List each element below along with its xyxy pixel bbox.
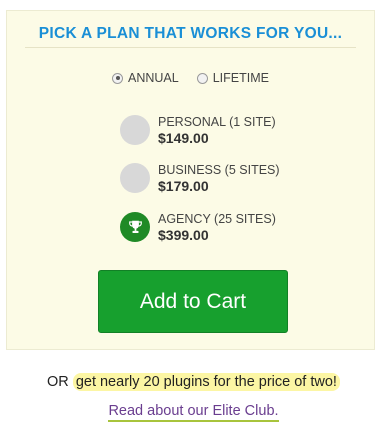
radio-annual[interactable] (112, 72, 123, 84)
plan-agency-price: $399.00 (158, 227, 209, 243)
plan-business-price: $179.00 (158, 178, 209, 194)
billing-option-annual[interactable]: ANNUAL (112, 71, 179, 85)
billing-toggle: ANNUAL LIFETIME (7, 71, 374, 85)
plan-agency-radio[interactable] (120, 212, 150, 242)
trophy-icon (128, 220, 142, 233)
billing-option-lifetime[interactable]: LIFETIME (196, 71, 269, 85)
plan-agency[interactable]: AGENCY (25 SITES) $399.00 (120, 211, 276, 243)
promo-prefix: OR (47, 374, 69, 390)
plan-personal-radio[interactable] (120, 115, 150, 145)
plan-personal-name: PERSONAL (1 SITE) (158, 115, 276, 129)
plan-business-radio[interactable] (120, 163, 150, 193)
plan-agency-name: AGENCY (25 SITES) (158, 212, 276, 226)
plan-panel: PICK A PLAN THAT WORKS FOR YOU... ANNUAL… (6, 10, 375, 350)
plan-business-name: BUSINESS (5 SITES) (158, 163, 280, 177)
elite-club-link[interactable]: Read about our Elite Club. (108, 403, 279, 422)
billing-option-lifetime-label: LIFETIME (212, 71, 269, 85)
promo-text: OR get nearly 20 plugins for the price o… (0, 373, 387, 391)
plan-business[interactable]: BUSINESS (5 SITES) $179.00 (120, 162, 280, 194)
plan-personal-price: $149.00 (158, 130, 209, 146)
promo-highlight: get nearly 20 plugins for the price of t… (72, 373, 340, 391)
panel-title: PICK A PLAN THAT WORKS FOR YOU... (38, 25, 343, 42)
title-divider (25, 47, 356, 48)
billing-option-annual-label: ANNUAL (128, 71, 179, 85)
add-to-cart-button[interactable]: Add to Cart (98, 270, 288, 333)
plan-personal[interactable]: PERSONAL (1 SITE) $149.00 (120, 114, 276, 146)
radio-lifetime[interactable] (196, 72, 208, 84)
